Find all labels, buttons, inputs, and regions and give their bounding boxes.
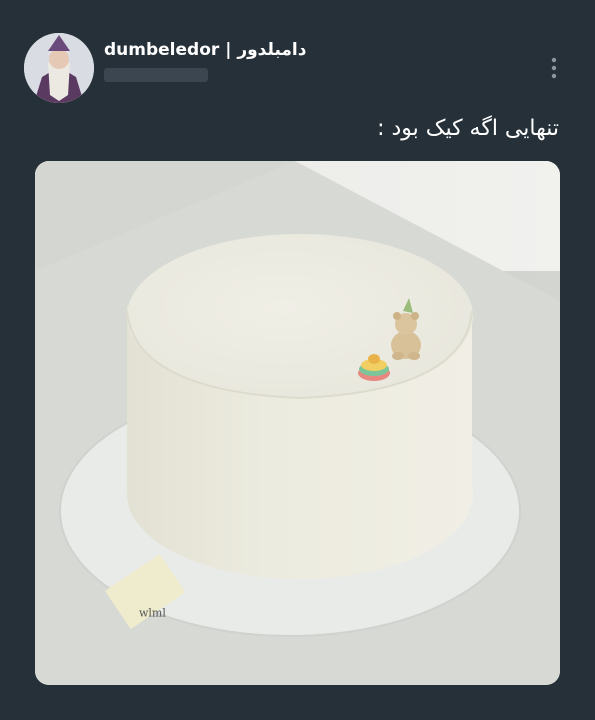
tweet-media[interactable]: wlml [35, 161, 560, 685]
tag-text: wlml [139, 606, 166, 619]
more-vertical-icon[interactable] [544, 55, 564, 81]
cake-photo: wlml [35, 161, 560, 685]
tweet-header: dumbeledor | دامبلدور [0, 0, 595, 110]
display-name[interactable]: dumbeledor | دامبلدور [104, 40, 306, 60]
avatar[interactable] [24, 33, 94, 103]
author-names: dumbeledor | دامبلدور [104, 40, 306, 82]
handle-blurred [104, 68, 208, 82]
tweet-text: تنهایی اگه کیک بود : [377, 116, 559, 141]
